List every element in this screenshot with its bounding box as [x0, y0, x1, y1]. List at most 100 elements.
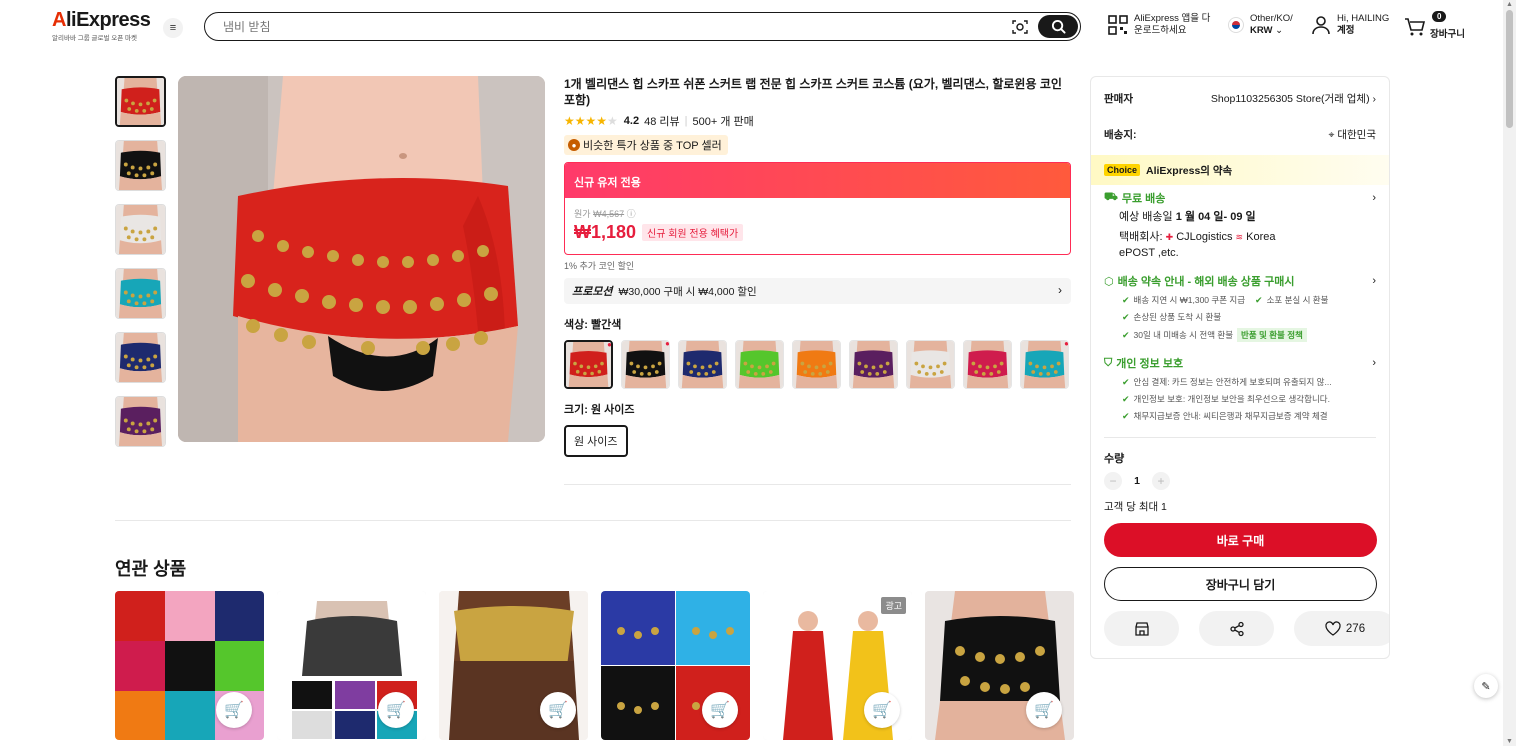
review-count[interactable]: 48 리뷰: [644, 113, 680, 129]
add-to-cart-button[interactable]: 장바구니 담기: [1104, 567, 1377, 601]
color-swatch[interactable]: [678, 340, 727, 389]
color-swatch[interactable]: [735, 340, 784, 389]
thumbnail-item[interactable]: [115, 140, 166, 191]
top-seller-text: 비슷한 특가 상품 중 TOP 셀러: [583, 140, 722, 152]
check-icon: ✔: [1255, 294, 1263, 305]
carrier-2: Korea: [1246, 231, 1276, 243]
related-product-card[interactable]: 🛒: [439, 591, 588, 740]
size-option-button[interactable]: 원 사이즈: [564, 425, 628, 457]
add-to-cart-button[interactable]: 🛒: [540, 692, 576, 728]
free-shipping-block[interactable]: ⛟ 무료 배송 › 예상 배송일 1 월 04 일- 09 일 택배회사: ✚ CJ…: [1104, 190, 1376, 260]
scroll-up-icon[interactable]: ▲: [1506, 1, 1513, 8]
store-button[interactable]: [1104, 611, 1179, 646]
related-products-title: 연관 상품: [115, 559, 187, 579]
language-currency-selector[interactable]: Other/KO/KRW ⌄: [1228, 13, 1293, 37]
account-menu[interactable]: Hi, HAILING 계정: [1311, 13, 1389, 37]
color-swatch-list: ● ● ●: [564, 340, 1071, 389]
hot-icon: ●: [665, 340, 670, 348]
ship-to-row[interactable]: 배송지: ⌖ 대한민국: [1104, 126, 1376, 142]
fire-icon: ●: [568, 139, 580, 151]
color-swatch[interactable]: [963, 340, 1012, 389]
korea-flag-icon: [1228, 17, 1244, 33]
color-swatch[interactable]: [792, 340, 841, 389]
cart-plus-icon: 🛒: [224, 702, 244, 719]
shield-icon: ⛉: [1104, 356, 1113, 369]
thumbnail-item[interactable]: [115, 268, 166, 319]
scrollbar-thumb[interactable]: [1506, 10, 1513, 128]
color-swatch[interactable]: ●: [1020, 340, 1069, 389]
wishlist-button[interactable]: 276: [1294, 611, 1389, 646]
search-input[interactable]: [223, 18, 983, 35]
cart-link[interactable]: 0 장바구니: [1404, 11, 1465, 41]
color-swatch[interactable]: [906, 340, 955, 389]
color-swatch[interactable]: ●: [564, 340, 613, 389]
increment-button[interactable]: +: [1152, 472, 1170, 490]
add-to-cart-button[interactable]: 🛒: [702, 692, 738, 728]
page-scrollbar[interactable]: ▲ ▼: [1503, 0, 1516, 746]
delivery-promise-block[interactable]: ⬡ 배송 약속 안내 - 해외 배송 상품 구매시 › ✔ 배송 지연 시 ₩1,30…: [1104, 273, 1376, 342]
related-product-card[interactable]: 🛒: [115, 591, 264, 740]
thumbnail-item[interactable]: [115, 396, 166, 447]
rating-row[interactable]: ★★★★★ 4.2 48 리뷰 | 500+ 개 판매: [564, 113, 1071, 129]
promise-2: 소포 분실 시 환불: [1266, 295, 1329, 305]
top-seller-badge: ● 비슷한 특가 상품 중 TOP 셀러: [564, 135, 728, 155]
color-swatch[interactable]: [849, 340, 898, 389]
product-info: 1개 벨리댄스 힙 스카프 쉬폰 스커트 랩 전문 힙 스카프 스커트 코스튬 …: [564, 76, 1071, 485]
menu-icon[interactable]: ≡: [163, 18, 183, 38]
chevron-right-icon: ›: [1058, 283, 1062, 297]
image-search-icon[interactable]: [1011, 18, 1029, 36]
search-button[interactable]: [1038, 15, 1078, 38]
seller-name[interactable]: Shop1103256305 Store(거래 업체): [1211, 93, 1370, 105]
related-product-card[interactable]: 광고 🛒: [763, 591, 912, 740]
hot-icon: ●: [1064, 340, 1069, 348]
related-product-card[interactable]: 🛒: [277, 591, 426, 740]
scroll-down-icon[interactable]: ▼: [1506, 738, 1513, 745]
share-button[interactable]: [1199, 611, 1274, 646]
decrement-button[interactable]: −: [1104, 472, 1122, 490]
related-product-card[interactable]: 🛒: [601, 591, 750, 740]
add-to-cart-button[interactable]: 🛒: [1026, 692, 1062, 728]
thumbnail-list: [115, 76, 166, 460]
cart-count-badge: 0: [1432, 11, 1447, 22]
info-icon[interactable]: ⓘ: [627, 209, 636, 219]
thumbnail-item[interactable]: [115, 332, 166, 383]
thumbnail-item[interactable]: [115, 204, 166, 255]
privacy-title: 개인 정보 보호: [1116, 358, 1184, 370]
edit-icon[interactable]: ✎: [1474, 674, 1498, 698]
seller-row[interactable]: 판매자 Shop1103256305 Store(거래 업체) ›: [1104, 90, 1376, 106]
privacy-1: 안심 결제: 카드 정보는 안전하게 보호되며 유출되지 않...: [1133, 377, 1332, 387]
carrier-1: CJLogistics: [1176, 231, 1233, 243]
check-icon: ✔: [1122, 393, 1130, 404]
swatch-image: [566, 342, 611, 387]
promo-label: 프로모션: [572, 286, 613, 298]
product-photo: [178, 76, 545, 442]
color-swatch[interactable]: ●: [621, 340, 670, 389]
purchase-panel: 판매자 Shop1103256305 Store(거래 업체) › 배송지: ⌖…: [1090, 76, 1390, 659]
quantity-limit: 고객 당 최대 1: [1104, 501, 1167, 513]
buy-now-button[interactable]: 바로 구매: [1104, 523, 1377, 557]
account-label: 계정: [1337, 25, 1355, 36]
promotion-row[interactable]: 프로모션 ₩30,000 구매 시 ₩4,000 할인 ›: [564, 278, 1071, 304]
choice-banner: Choice AliExpress의 약속: [1091, 155, 1389, 185]
related-product-card[interactable]: 🛒: [925, 591, 1074, 740]
chevron-right-icon: ›: [1372, 275, 1376, 287]
carrier-prefix: 택배회사:: [1119, 231, 1163, 243]
privacy-block[interactable]: ⛉ 개인 정보 보호 › ✔ 안심 결제: 카드 정보는 안전하게 보호되며 유출되지…: [1104, 355, 1376, 422]
free-shipping-title: 무료 배송: [1121, 193, 1166, 205]
aliexpress-logo[interactable]: AliExpress 알리바바 그룹 글로벌 오픈 마켓: [52, 9, 152, 42]
swatch-image: [850, 341, 897, 388]
check-icon: ✔: [1122, 311, 1130, 322]
add-to-cart-button[interactable]: 🛒: [864, 692, 900, 728]
truck-icon: ⛟: [1104, 191, 1118, 203]
add-to-cart-button[interactable]: 🛒: [378, 692, 414, 728]
refund-policy-link[interactable]: 반품 및 환불 정책: [1237, 328, 1307, 342]
add-to-cart-button[interactable]: 🛒: [216, 692, 252, 728]
swatch-image: [679, 341, 726, 388]
chevron-right-icon: ›: [1372, 192, 1376, 204]
check-icon: ✔: [1122, 329, 1130, 340]
check-icon: ✔: [1122, 294, 1130, 305]
main-product-image[interactable]: [178, 76, 545, 442]
thumbnail-item[interactable]: [115, 76, 166, 127]
app-download[interactable]: AliExpress 앱을 다 운로드하세요: [1108, 13, 1210, 37]
app-line-2: 운로드하세요: [1134, 25, 1187, 36]
